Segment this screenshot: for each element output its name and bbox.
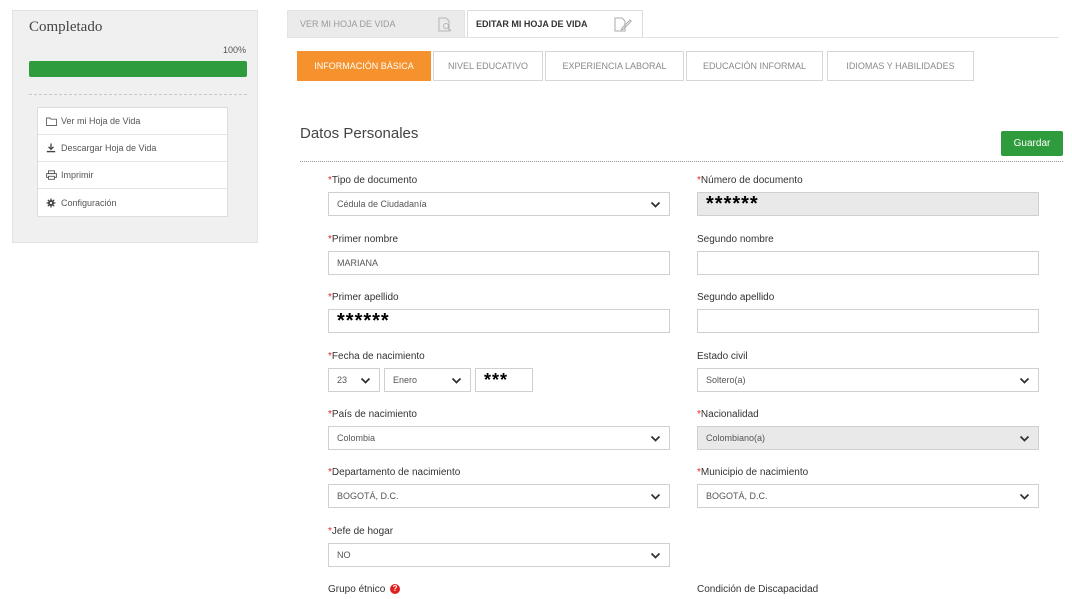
jefe-hogar-select[interactable]: NO	[328, 543, 670, 567]
section-title: Datos Personales	[300, 125, 419, 142]
departamento-nacimiento-label: *Departamento de nacimiento	[328, 467, 461, 478]
estado-civil-label: Estado civil	[697, 351, 748, 362]
chevron-down-icon	[360, 375, 371, 388]
menu-item-label: Ver mi Hoja de Vida	[61, 116, 141, 126]
municipio-nacimiento-select[interactable]: BOGOTÁ, D.C.	[697, 484, 1039, 508]
chevron-down-icon	[1019, 375, 1030, 388]
chevron-down-icon	[650, 550, 661, 563]
masked-birth-year: ***	[484, 370, 509, 390]
segundo-apellido-label: Segundo apellido	[697, 292, 775, 303]
section-divider	[300, 161, 1063, 162]
nacionalidad-label: *Nacionalidad	[697, 409, 759, 420]
download-icon	[46, 143, 58, 153]
primer-apellido-input[interactable]: ******	[328, 309, 670, 333]
fecha-nacimiento-label: *Fecha de nacimiento	[328, 351, 425, 362]
numero-documento-label: *Número de documento	[697, 175, 803, 186]
chevron-down-icon	[650, 491, 661, 504]
departamento-nacimiento-select[interactable]: BOGOTÁ, D.C.	[328, 484, 670, 508]
menu-item-label: Configuración	[61, 197, 117, 208]
pais-nacimiento-label: *País de nacimiento	[328, 409, 417, 420]
help-icon[interactable]: ?	[390, 584, 401, 595]
print-icon	[46, 170, 58, 180]
select-value: Cédula de Ciudadanía	[337, 199, 427, 209]
chevron-down-icon	[650, 433, 661, 446]
primer-apellido-label: *Primer apellido	[328, 292, 399, 303]
completion-title: Completado	[29, 19, 103, 35]
completion-progress-bar	[29, 61, 247, 77]
chevron-down-icon	[1019, 433, 1030, 446]
panel-divider	[29, 94, 247, 95]
tab-edit-cv[interactable]: EDITAR MI HOJA DE VIDA	[467, 10, 643, 38]
select-value: Soltero(a)	[706, 375, 746, 385]
tab-label: INFORMACIÓN BÁSICA	[314, 61, 414, 71]
nacionalidad-select[interactable]: Colombiano(a)	[697, 426, 1039, 450]
completion-percent: 100%	[222, 45, 246, 55]
numero-documento-input[interactable]: ******	[697, 192, 1039, 216]
jefe-hogar-label: *Jefe de hogar	[328, 526, 394, 537]
condicion-discapacidad-label: Condición de Discapacidad	[697, 584, 819, 595]
primer-nombre-label: *Primer nombre	[328, 234, 399, 245]
tab-informacion-basica[interactable]: INFORMACIÓN BÁSICA	[297, 51, 431, 81]
select-value: 23	[337, 375, 348, 385]
tab-label: IDIOMAS Y HABILIDADES	[846, 61, 955, 71]
masked-document-number: ******	[706, 193, 759, 215]
select-value: BOGOTÁ, D.C.	[706, 491, 768, 501]
tipo-documento-label: *Tipo de documento	[328, 175, 418, 186]
tab-view-cv[interactable]: VER MI HOJA DE VIDA	[287, 10, 465, 38]
profile-completion-panel: Completado 100% Ver mi Hoja de Vida Desc…	[12, 10, 258, 243]
municipio-nacimiento-label: *Municipio de nacimiento	[697, 467, 809, 478]
save-button[interactable]: Guardar	[1001, 131, 1063, 156]
tab-label: NIVEL EDUCATIVO	[447, 61, 528, 71]
pais-nacimiento-select[interactable]: Colombia	[328, 426, 670, 450]
birth-year-select[interactable]: ***	[475, 368, 533, 392]
chevron-down-icon	[1019, 491, 1030, 504]
completion-progress-fill	[29, 61, 247, 77]
menu-item-label: Imprimir	[61, 170, 94, 180]
menu-item-label: Descargar Hoja de Vida	[61, 143, 157, 153]
input-value: MARIANA	[337, 258, 379, 268]
profile-actions-menu: Ver mi Hoja de Vida Descargar Hoja de Vi…	[37, 107, 228, 217]
tab-educacion-informal[interactable]: EDUCACIÓN INFORMAL	[686, 51, 823, 81]
segundo-nombre-input[interactable]	[697, 251, 1039, 275]
birth-day-select[interactable]: 23	[328, 368, 380, 392]
select-value: NO	[337, 550, 351, 560]
menu-item-view-cv[interactable]: Ver mi Hoja de Vida	[38, 108, 227, 135]
segundo-nombre-label: Segundo nombre	[697, 234, 774, 245]
segundo-apellido-input[interactable]	[697, 309, 1039, 333]
chevron-down-icon	[650, 199, 661, 212]
tipo-documento-select[interactable]: Cédula de Ciudadanía	[328, 192, 670, 216]
menu-item-download-cv[interactable]: Descargar Hoja de Vida	[38, 135, 227, 162]
tab-label: EDUCACIÓN INFORMAL	[702, 61, 806, 71]
tab-label: EXPERIENCIA LABORAL	[562, 61, 667, 71]
primer-nombre-input[interactable]: MARIANA	[328, 251, 670, 275]
tabs-baseline	[287, 37, 1059, 38]
birth-month-select[interactable]: Enero	[384, 368, 471, 392]
menu-item-settings[interactable]: Configuración	[38, 189, 227, 216]
tab-nivel-educativo[interactable]: NIVEL EDUCATIVO	[433, 51, 543, 81]
select-value: Colombia	[337, 433, 376, 443]
estado-civil-select[interactable]: Soltero(a)	[697, 368, 1039, 392]
select-value: Enero	[393, 375, 418, 385]
menu-item-print[interactable]: Imprimir	[38, 162, 227, 189]
tab-experiencia-laboral[interactable]: EXPERIENCIA LABORAL	[545, 51, 684, 81]
masked-surname: ******	[337, 310, 390, 332]
search-document-icon	[438, 17, 454, 34]
edit-document-icon	[614, 17, 632, 34]
grupo-etnico-label: Grupo étnico ?	[328, 584, 401, 595]
tab-label: EDITAR MI HOJA DE VIDA	[476, 19, 588, 29]
chevron-down-icon	[451, 375, 462, 388]
select-value: Colombiano(a)	[706, 433, 766, 443]
select-value: BOGOTÁ, D.C.	[337, 491, 399, 501]
gear-icon	[46, 198, 58, 208]
folder-open-icon	[46, 116, 58, 126]
tab-label: VER MI HOJA DE VIDA	[300, 19, 396, 29]
tab-idiomas-habilidades[interactable]: IDIOMAS Y HABILIDADES	[827, 51, 974, 81]
